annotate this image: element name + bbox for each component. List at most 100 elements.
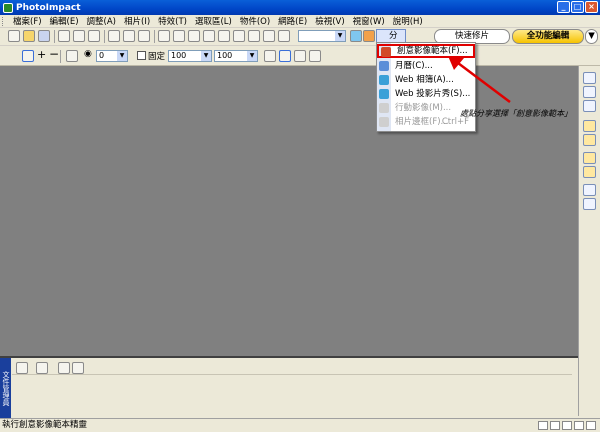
panel-icon-7[interactable] [583, 166, 596, 178]
frame-icon [379, 117, 389, 127]
copy-icon[interactable] [123, 30, 135, 42]
document-manager-panel: 文件管理員 [0, 356, 578, 418]
menu-bar: 檔案(F) 編輯(E) 調整(A) 相片(I) 特效(T) 選取區(L) 物件(… [0, 15, 600, 28]
rectangle-shape-icon[interactable] [66, 50, 78, 62]
select-tool-icon[interactable] [22, 50, 34, 62]
panel-icon-2[interactable] [583, 86, 596, 98]
save-icon[interactable] [38, 30, 50, 42]
fixed-checkbox[interactable] [137, 51, 146, 60]
panel-icon-8[interactable] [583, 184, 596, 196]
status-icon-3[interactable] [562, 421, 572, 430]
scan-icon[interactable] [73, 30, 85, 42]
flip-icon[interactable] [248, 30, 260, 42]
maximize-button[interactable]: □ [571, 1, 584, 13]
palette-icon[interactable] [363, 30, 375, 42]
menu-edit[interactable]: 編輯(E) [46, 15, 83, 27]
angle-combo[interactable]: 0 ▼ [96, 50, 128, 62]
status-bar: 執行創意影像範本精靈 [0, 418, 600, 432]
width-combo[interactable]: 100 ▼ [168, 50, 212, 62]
menu-adjust[interactable]: 調整(A) [83, 15, 120, 27]
paste-icon[interactable] [138, 30, 150, 42]
panel-icon-6[interactable] [583, 152, 596, 164]
easy-palette-icon[interactable] [583, 134, 596, 146]
layout-icon[interactable] [263, 30, 275, 42]
thumbnail-icon[interactable] [72, 362, 84, 374]
cut-icon[interactable] [108, 30, 120, 42]
open-folder-icon[interactable] [23, 30, 35, 42]
plus-icon[interactable]: + [37, 48, 46, 61]
crop-icon[interactable] [203, 30, 215, 42]
menu-selection[interactable]: 選取區(L) [191, 15, 236, 27]
calendar-icon [379, 61, 389, 71]
menu-object[interactable]: 物件(O) [236, 15, 274, 27]
slideshow-icon [379, 89, 389, 99]
menu-effect[interactable]: 特效(T) [154, 15, 191, 27]
menu-file[interactable]: 檔案(F) [9, 15, 46, 27]
menu-web[interactable]: 網路(E) [274, 15, 311, 27]
status-icons [538, 421, 596, 430]
template-icon [381, 47, 391, 57]
window-title: PhotoImpact [16, 2, 81, 13]
web-icon[interactable] [350, 30, 362, 42]
height-combo[interactable]: 100 ▼ [214, 50, 258, 62]
panel-icon-1[interactable] [583, 72, 596, 84]
menu-view[interactable]: 檢視(V) [311, 15, 348, 27]
redo-icon[interactable] [173, 30, 185, 42]
minimize-button[interactable]: _ [557, 1, 570, 13]
grid-icon[interactable] [278, 30, 290, 42]
hand-tool-icon[interactable] [264, 50, 276, 62]
chevron-down-icon: ▼ [588, 31, 595, 41]
radio-icon[interactable]: ◉ [84, 49, 92, 59]
toolbar-divider [54, 30, 55, 43]
height-value: 100 [217, 51, 233, 60]
menu-item-label: 相片邊框(F)... [395, 117, 449, 127]
menu-grip [2, 16, 5, 26]
view-mode-icon[interactable] [36, 362, 48, 374]
panel-icon-9[interactable] [583, 198, 596, 210]
actual-size-icon[interactable] [294, 50, 306, 62]
menu-window[interactable]: 視窗(W) [349, 15, 389, 27]
menu-help[interactable]: 說明(H) [389, 15, 427, 27]
mobile-icon [379, 103, 389, 113]
undo-icon[interactable] [158, 30, 170, 42]
status-icon-2[interactable] [550, 421, 560, 430]
full-edit-tab[interactable]: 全功能編輯 [512, 29, 584, 44]
menu-item-label: 月曆(C)... [395, 61, 433, 71]
sort-icon[interactable] [58, 362, 70, 374]
standard-toolbar: ▼ [0, 28, 600, 46]
layer-manager-icon[interactable] [583, 120, 596, 132]
status-icon-5[interactable] [586, 421, 596, 430]
toolbar-divider [154, 30, 155, 43]
new-file-icon[interactable] [8, 30, 20, 42]
status-icon-4[interactable] [574, 421, 584, 430]
window-controls: _ □ × [557, 1, 598, 13]
zoom-combo[interactable]: ▼ [298, 30, 346, 42]
rotate-icon[interactable] [233, 30, 245, 42]
fixed-label: 固定 [148, 52, 166, 62]
title-bar: PhotoImpact _ □ × [0, 0, 600, 15]
minus-icon[interactable]: − [49, 47, 59, 61]
document-manager-label: 文件管理員 [0, 358, 11, 418]
annotation-arrow-icon [448, 56, 511, 103]
angle-value: 0 [99, 51, 105, 60]
zoom-icon[interactable] [188, 30, 200, 42]
play-icon[interactable] [16, 362, 28, 374]
status-icon-1[interactable] [538, 421, 548, 430]
menu-photo[interactable]: 相片(I) [120, 15, 154, 27]
mode-dropdown-button[interactable]: ▼ [585, 29, 598, 44]
width-value: 100 [171, 51, 187, 60]
panel-icon-3[interactable] [583, 100, 596, 112]
chevron-down-icon: ▼ [335, 31, 345, 41]
fit-icon[interactable] [279, 50, 291, 62]
resize-icon[interactable] [218, 30, 230, 42]
toolbar-divider [104, 30, 105, 43]
right-panel-bar [578, 66, 600, 416]
web-album-icon [379, 75, 389, 85]
camera-icon[interactable] [88, 30, 100, 42]
annotation-text: 處點分享選擇「創意影像範本」 [460, 109, 572, 118]
close-button[interactable]: × [585, 1, 598, 13]
document-manager-content[interactable] [12, 376, 576, 418]
chevron-down-icon: ▼ [201, 51, 211, 61]
zoom-options-icon[interactable] [309, 50, 321, 62]
print-icon[interactable] [58, 30, 70, 42]
